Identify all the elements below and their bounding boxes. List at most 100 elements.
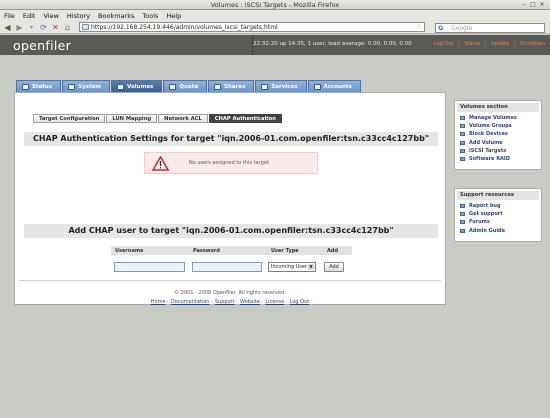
raid-icon [460, 156, 465, 161]
menu-help[interactable]: Help [166, 12, 181, 20]
form-header-row: Username Password User Type Add [111, 246, 352, 255]
url-bar[interactable]: https://192.168.254.19:446/admin/volumes… [79, 22, 425, 32]
footer-link-documentation[interactable]: Documentation [171, 299, 210, 305]
status-icon [22, 83, 29, 90]
username-field[interactable] [114, 262, 185, 272]
subtab-network-acl[interactable]: Network ACL [158, 114, 208, 123]
google-icon: G [438, 24, 444, 32]
tab-status[interactable]: Status [16, 80, 62, 92]
password-field[interactable] [192, 262, 262, 272]
update-link[interactable]: Update [491, 41, 509, 47]
accounts-icon [313, 83, 321, 90]
sidebar-item-label: Block Devices [469, 131, 508, 138]
back-icon[interactable]: ◀ [3, 23, 12, 32]
stop-icon[interactable]: ✕ [51, 23, 60, 32]
menu-file[interactable]: File [4, 12, 15, 20]
sidebar-item-block-devices[interactable]: Block Devices [455, 130, 541, 138]
tab-quota[interactable]: Quota [163, 80, 208, 92]
tab-shares[interactable]: Shares [208, 80, 255, 92]
subtab-chap-authentication[interactable]: CHAP Authentication [208, 114, 282, 123]
navigation-toolbar: ◀ ▶ ▾ ⟳ ✕ ⌂ https://192.168.254.19:446/a… [0, 21, 550, 34]
search-input[interactable]: G Google [435, 23, 545, 33]
shutdown-link[interactable]: Shutdown [520, 41, 545, 47]
password-column-header: Password [193, 248, 220, 254]
sidebar-item-report-bug[interactable]: Report bug [455, 202, 541, 210]
sidebar-item-get-support[interactable]: Get support [455, 210, 541, 218]
main-panel: Target Configuration LUN Mapping Network… [14, 92, 446, 305]
minimize-icon[interactable]: – [520, 1, 528, 9]
menu-bookmarks[interactable]: Bookmarks [98, 12, 134, 20]
reload-icon[interactable]: ⟳ [39, 23, 48, 32]
footer-link-website[interactable]: Website [240, 299, 260, 305]
tab-volumes[interactable]: Volumes [111, 80, 163, 92]
maximize-icon[interactable]: □ [529, 1, 537, 9]
add-user-button[interactable]: Add [324, 262, 344, 272]
openfiler-logo[interactable]: openfiler [13, 38, 71, 53]
divider-text: | [513, 41, 516, 47]
tab-label: Volumes [127, 83, 154, 90]
sub-tab-bar: Target Configuration LUN Mapping Network… [33, 114, 283, 123]
footer-link-home[interactable]: Home [151, 299, 166, 305]
volumes-section-title: Volumes section [457, 103, 539, 112]
chap-settings-heading: CHAP Authentication Settings for target … [24, 132, 438, 146]
tab-accounts[interactable]: Accounts [307, 80, 361, 92]
section-divider [19, 280, 441, 281]
header-links: Log Out | Status | Update | Shutdown [431, 41, 545, 47]
support-section-title: Support resources [457, 191, 539, 200]
usertype-select[interactable]: Incoming User ▼ [268, 262, 316, 272]
menu-tools[interactable]: Tools [142, 12, 158, 20]
footer-link-logout[interactable]: Log Out [290, 299, 310, 305]
forward-icon[interactable]: ▶ [15, 23, 24, 32]
volumes-icon [117, 83, 125, 90]
page-footer: © 2001 - 2008 Openfiler. All rights rese… [0, 290, 460, 305]
window-titlebar: Volumes : iSCSI Targets - Mozilla Firefo… [0, 0, 550, 10]
home-icon[interactable]: ⌂ [63, 23, 72, 32]
sidebar-item-label: Manage Volumes [469, 115, 517, 121]
sidebar-item-label: Volume Groups [469, 123, 512, 130]
tab-system[interactable]: System [62, 80, 111, 92]
bookmark-star-icon[interactable]: ☆ [416, 23, 422, 32]
sidebar-item-label: Get support [469, 211, 503, 218]
add-user-form: Username Password User Type Add Incoming… [111, 246, 352, 276]
status-link[interactable]: Status [464, 41, 480, 47]
sidebar-item-manage-volumes[interactable]: Manage Volumes [455, 114, 541, 122]
volume-group-icon [460, 124, 465, 129]
system-icon [68, 83, 76, 90]
close-icon[interactable]: ✕ [538, 1, 546, 9]
add-chap-user-heading: Add CHAP user to target "iqn.2006-01.com… [24, 224, 438, 238]
site-favicon-icon [82, 24, 89, 30]
footer-links: Home- Documentation- Support- Website- L… [150, 299, 310, 305]
footer-link-support[interactable]: Support [215, 299, 235, 305]
menu-view[interactable]: View [43, 12, 58, 20]
menu-history[interactable]: History [67, 12, 90, 20]
menu-bar: File Edit View History Bookmarks Tools H… [0, 10, 550, 21]
divider-text: | [457, 41, 460, 47]
footer-link-license[interactable]: License [265, 299, 284, 305]
history-dropdown-icon[interactable]: ▾ [27, 23, 36, 32]
url-text: https://192.168.254.19:446/admin/volumes… [91, 24, 278, 31]
support-icon [460, 212, 465, 217]
services-icon [261, 83, 269, 90]
tab-services[interactable]: Services [255, 80, 307, 92]
subtab-lun-mapping[interactable]: LUN Mapping [106, 114, 158, 123]
logout-link[interactable]: Log Out [434, 41, 454, 47]
sidebar-item-iscsi-targets[interactable]: iSCSI Targets [455, 147, 541, 155]
sidebar-item-add-volume[interactable]: Add Volume [455, 139, 541, 147]
tab-label: Status [32, 83, 53, 90]
menu-edit[interactable]: Edit [23, 12, 36, 20]
sidebar-item-admin-guide[interactable]: Admin Guide [455, 227, 541, 235]
tab-label: Shares [224, 83, 246, 90]
subtab-target-configuration[interactable]: Target Configuration [33, 114, 106, 123]
usertype-column-header: User Type [271, 248, 299, 254]
page-content: openfiler 22:32:20 up 14:35, 1 user, loa… [0, 35, 550, 418]
sidebar-item-label: Admin Guide [469, 227, 506, 234]
bug-icon [460, 204, 465, 208]
forums-icon [460, 220, 465, 225]
sidebar-item-software-raid[interactable]: Software RAID [455, 155, 541, 163]
volumes-section-panel: Volumes section Manage Volumes Volume Gr… [454, 100, 542, 170]
copyright-text: © 2001 - 2008 Openfiler. All rights rese… [174, 290, 286, 296]
sidebar-item-forums[interactable]: Forums [455, 218, 541, 226]
add-volume-icon [460, 140, 465, 145]
sidebar-item-volume-groups[interactable]: Volume Groups [455, 122, 541, 130]
sidebar-item-label: Software RAID [469, 155, 510, 162]
